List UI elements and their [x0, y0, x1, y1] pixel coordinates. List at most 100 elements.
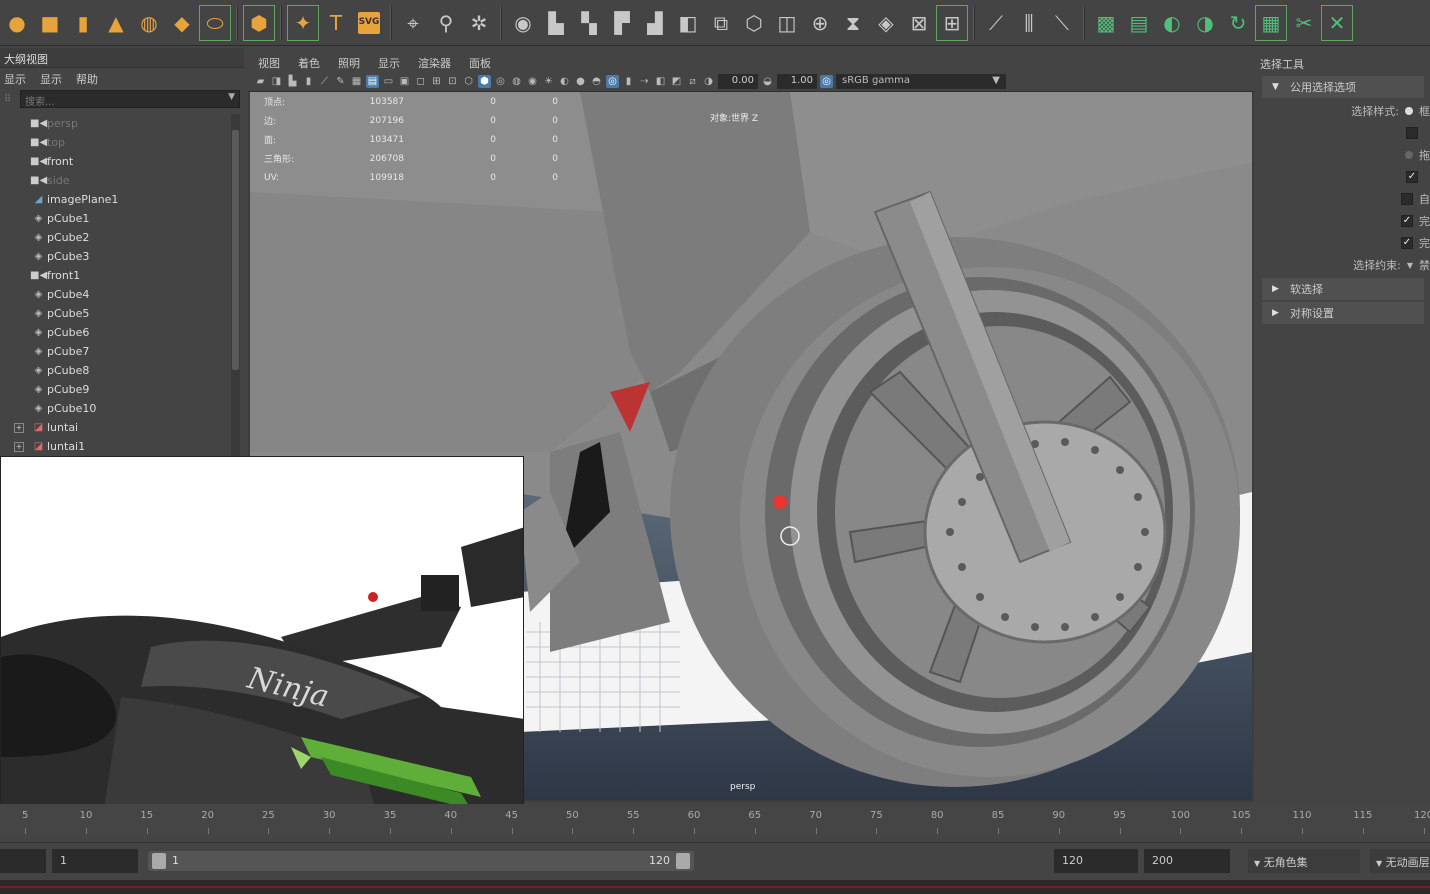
- cylinder-icon[interactable]: ▮: [68, 6, 98, 40]
- smooth-shade-icon[interactable]: ⬢: [478, 75, 491, 88]
- character-set-dropdown[interactable]: ▼ 无角色集: [1248, 849, 1360, 873]
- checkbox[interactable]: ✓: [1401, 215, 1413, 227]
- pivot-icon[interactable]: ⌖: [398, 6, 428, 40]
- outliner-item[interactable]: ■◀ front1: [0, 266, 230, 285]
- anim-layer-dropdown[interactable]: ▼ 无动画层: [1370, 849, 1430, 873]
- triangle-right-icon[interactable]: ▶: [1272, 284, 1290, 294]
- section-symmetry[interactable]: ▶ 对称设置: [1262, 302, 1424, 324]
- slide-edge-icon[interactable]: ⟍: [1047, 6, 1077, 40]
- uv-spherical-icon[interactable]: ◑: [1190, 6, 1220, 40]
- origin-icon[interactable]: ✲: [464, 6, 494, 40]
- outliner-item[interactable]: ◈ pCube2: [0, 228, 230, 247]
- multicut-icon[interactable]: ◫: [772, 6, 802, 40]
- isolate-icon[interactable]: ⇢: [638, 75, 651, 88]
- smooth-icon[interactable]: ▟: [640, 6, 670, 40]
- uv-auto-icon[interactable]: ↻: [1223, 6, 1253, 40]
- outliner-scrollbar[interactable]: [231, 114, 240, 456]
- uv-planar-icon[interactable]: ▤: [1124, 6, 1154, 40]
- chevron-down-icon[interactable]: ▼: [228, 92, 235, 102]
- shadows-icon[interactable]: ◐: [558, 75, 571, 88]
- outliner-item[interactable]: ◈ pCube8: [0, 361, 230, 380]
- bevel-icon[interactable]: ⬡: [739, 6, 769, 40]
- anti-alias-icon[interactable]: ◎: [606, 75, 619, 88]
- plane-icon[interactable]: ◆: [167, 6, 197, 40]
- outliner-item[interactable]: ■◀ side: [0, 171, 230, 190]
- cone-icon[interactable]: ▲: [101, 6, 131, 40]
- range-handle-start[interactable]: [152, 853, 166, 869]
- chevron-down-icon[interactable]: ▼: [1407, 261, 1413, 270]
- section-common-selection[interactable]: ▼ 公用选择选项: [1262, 76, 1424, 98]
- radio-button[interactable]: [1405, 107, 1413, 115]
- gamma-field[interactable]: 1.00: [777, 74, 817, 89]
- uv-cut-icon[interactable]: ✂: [1289, 6, 1319, 40]
- outliner-item[interactable]: ■◀ persp: [0, 114, 230, 133]
- merge-icon[interactable]: ⧗: [838, 6, 868, 40]
- color-space-dropdown[interactable]: sRGB gamma ▼: [836, 74, 1006, 89]
- gate-mask-icon[interactable]: ▣: [398, 75, 411, 88]
- playback-end-field[interactable]: 120: [1054, 849, 1138, 873]
- camera-select-icon[interactable]: ▰: [254, 75, 267, 88]
- superellipse-icon[interactable]: ✦: [287, 4, 319, 41]
- anim-start-field[interactable]: [0, 849, 46, 873]
- combine-icon[interactable]: ◉: [508, 6, 538, 40]
- lights-icon[interactable]: ☀: [542, 75, 555, 88]
- separate-icon[interactable]: ▙: [541, 6, 571, 40]
- menu-renderer[interactable]: 渲染器: [418, 55, 451, 70]
- safe-action-icon[interactable]: ⊞: [430, 75, 443, 88]
- snap-icon[interactable]: ⚲: [431, 6, 461, 40]
- exposure-field[interactable]: 0.00: [718, 74, 758, 89]
- fill-hole-icon[interactable]: ⊕: [805, 6, 835, 40]
- field-chart-icon[interactable]: ◻: [414, 75, 427, 88]
- torus-icon[interactable]: ◍: [134, 6, 164, 40]
- menu-shading[interactable]: 着色: [298, 55, 320, 70]
- outliner-menu-help[interactable]: 帮助: [76, 71, 98, 86]
- menu-lighting[interactable]: 照明: [338, 55, 360, 70]
- outliner-item[interactable]: + ◪ luntai: [0, 418, 230, 437]
- range-handle-end[interactable]: [676, 853, 690, 869]
- sphere-icon[interactable]: ●: [2, 6, 32, 40]
- expand-icon[interactable]: +: [14, 422, 24, 433]
- menu-show[interactable]: 显示: [378, 55, 400, 70]
- wireframe-icon[interactable]: ⬡: [462, 75, 475, 88]
- playback-start-field[interactable]: 1: [52, 849, 138, 873]
- checkbox[interactable]: [1406, 127, 1418, 139]
- uv-sew-icon[interactable]: ✕: [1321, 4, 1353, 41]
- grease-pencil-icon[interactable]: ✎: [334, 75, 347, 88]
- grid-icon[interactable]: ▦: [350, 75, 363, 88]
- uv-editor-icon[interactable]: ▩: [1091, 6, 1121, 40]
- cube-icon[interactable]: ■: [35, 6, 65, 40]
- checkbox[interactable]: [1401, 193, 1413, 205]
- film-gate-icon[interactable]: ▤: [366, 75, 379, 88]
- section-soft-select[interactable]: ▶ 软选择: [1262, 278, 1424, 300]
- depth-of-field-icon[interactable]: ▮: [622, 75, 635, 88]
- outliner-item[interactable]: ◈ pCube3: [0, 247, 230, 266]
- image-plane-icon[interactable]: ▮: [302, 75, 315, 88]
- anim-end-field[interactable]: 200: [1144, 849, 1230, 873]
- motion-blur-icon[interactable]: ◓: [590, 75, 603, 88]
- two-d-pan-icon[interactable]: ⟋: [318, 75, 331, 88]
- chevron-down-icon[interactable]: ▼: [992, 75, 1000, 86]
- outliner-item[interactable]: + ◪ luntai1: [0, 437, 230, 456]
- outliner-item[interactable]: ◢ imagePlane1: [0, 190, 230, 209]
- xray-joints-icon[interactable]: ◧: [654, 75, 667, 88]
- outliner-item[interactable]: ■◀ front: [0, 152, 230, 171]
- outliner-item[interactable]: ■◀ top: [0, 133, 230, 152]
- backface-icon[interactable]: ⧄: [686, 75, 699, 88]
- checkbox[interactable]: ✓: [1401, 237, 1413, 249]
- outliner-item[interactable]: ◈ pCube6: [0, 323, 230, 342]
- text-icon[interactable]: T: [321, 6, 351, 40]
- outliner-item[interactable]: ◈ pCube9: [0, 380, 230, 399]
- outliner-menu-display[interactable]: 显示: [4, 71, 26, 86]
- triangulate-icon[interactable]: ⊞: [936, 4, 968, 41]
- extract-icon[interactable]: ▚: [574, 6, 604, 40]
- outliner-item[interactable]: ◈ pCube5: [0, 304, 230, 323]
- knife-icon[interactable]: ⟋: [981, 6, 1011, 40]
- checkbox[interactable]: ✓: [1406, 171, 1418, 183]
- radio-button[interactable]: [1405, 151, 1413, 159]
- selected-vertex[interactable]: [773, 495, 787, 509]
- time-slider[interactable]: 5 10 15 20 25 30 35 40 45 50 55 60 65 70 75 80 85 90 95 100…: [0, 804, 1430, 838]
- textured-icon[interactable]: ◉: [526, 75, 539, 88]
- extrude-icon[interactable]: ◧: [673, 6, 703, 40]
- outliner-search-input[interactable]: 搜索... ▼: [20, 90, 240, 108]
- menu-view[interactable]: 视图: [258, 55, 280, 70]
